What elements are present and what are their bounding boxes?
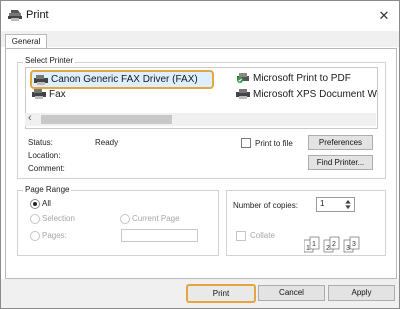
printer-icon xyxy=(8,10,22,21)
scroll-left-icon[interactable]: ‹ xyxy=(28,112,32,124)
location-label: Location: xyxy=(28,151,61,160)
default-printer-icon xyxy=(237,73,249,83)
page-range-label: Page Range xyxy=(23,185,72,194)
print-dialog: Print ✕ General Select Printer Canon Gen… xyxy=(0,0,400,309)
fax-printer-icon xyxy=(34,74,48,85)
pages-input[interactable] xyxy=(121,229,198,242)
copies-spinner[interactable]: 1 xyxy=(316,197,355,212)
scrollbar-thumb[interactable] xyxy=(41,115,172,124)
collate-page-3b: 3 xyxy=(352,241,356,248)
printer-list-scrollbar[interactable]: ‹ xyxy=(25,112,376,126)
collate-page-2b: 2 xyxy=(332,241,336,248)
cancel-button[interactable]: Cancel xyxy=(258,285,325,301)
pages-radio[interactable] xyxy=(30,231,40,241)
printer-name: Fax xyxy=(49,88,66,100)
printer-name: Microsoft Print to PDF xyxy=(253,72,351,84)
apply-button[interactable]: Apply xyxy=(328,285,395,301)
collate-label[interactable]: Collate xyxy=(250,231,275,240)
select-printer-label: Select Printer xyxy=(23,56,76,65)
current-page-label[interactable]: Current Page xyxy=(132,214,180,223)
all-label[interactable]: All xyxy=(42,199,51,208)
comment-label: Comment: xyxy=(28,164,65,173)
printer-icon xyxy=(236,89,250,99)
title-bar: Print ✕ xyxy=(1,1,399,31)
window-title: Print xyxy=(26,9,49,21)
collate-page-1a: 1 xyxy=(306,245,310,252)
status-label: Status: xyxy=(28,138,53,147)
preferences-button[interactable]: Preferences xyxy=(308,135,373,150)
fax-printer-icon xyxy=(32,89,46,99)
printer-item-fax[interactable]: Fax xyxy=(32,87,66,101)
selection-radio[interactable] xyxy=(30,214,40,224)
spinner-arrows-icon[interactable] xyxy=(344,199,352,210)
collate-page-3a: 3 xyxy=(346,245,350,252)
all-radio[interactable] xyxy=(30,199,40,209)
tab-general[interactable]: General xyxy=(5,34,47,49)
collate-page-2a: 2 xyxy=(326,245,330,252)
print-to-file-label[interactable]: Print to file xyxy=(255,139,293,148)
status-value: Ready xyxy=(95,138,119,147)
find-printer-button[interactable]: Find Printer... xyxy=(308,155,373,170)
tab-strip xyxy=(1,31,399,47)
close-button[interactable]: ✕ xyxy=(373,6,395,26)
pages-label[interactable]: Pages: xyxy=(42,231,67,240)
current-page-radio[interactable] xyxy=(120,214,130,224)
collate-icon: 1 1 2 2 3 3 xyxy=(304,236,360,253)
printer-name: Microsoft XPS Document W xyxy=(253,88,377,100)
printer-name: Canon Generic FAX Driver (FAX) xyxy=(51,74,198,85)
selection-label[interactable]: Selection xyxy=(42,214,75,223)
close-icon: ✕ xyxy=(378,8,390,23)
print-to-file-checkbox[interactable] xyxy=(241,138,251,148)
collate-page-1b: 1 xyxy=(312,241,316,248)
collate-checkbox[interactable] xyxy=(236,231,246,241)
number-of-copies-label: Number of copies: xyxy=(233,201,298,210)
print-button[interactable]: Print xyxy=(186,284,256,303)
copies-value[interactable]: 1 xyxy=(320,199,324,208)
printer-item-ms-pdf[interactable]: Microsoft Print to PDF xyxy=(236,71,351,85)
printer-item-ms-xps[interactable]: Microsoft XPS Document W xyxy=(236,87,377,101)
